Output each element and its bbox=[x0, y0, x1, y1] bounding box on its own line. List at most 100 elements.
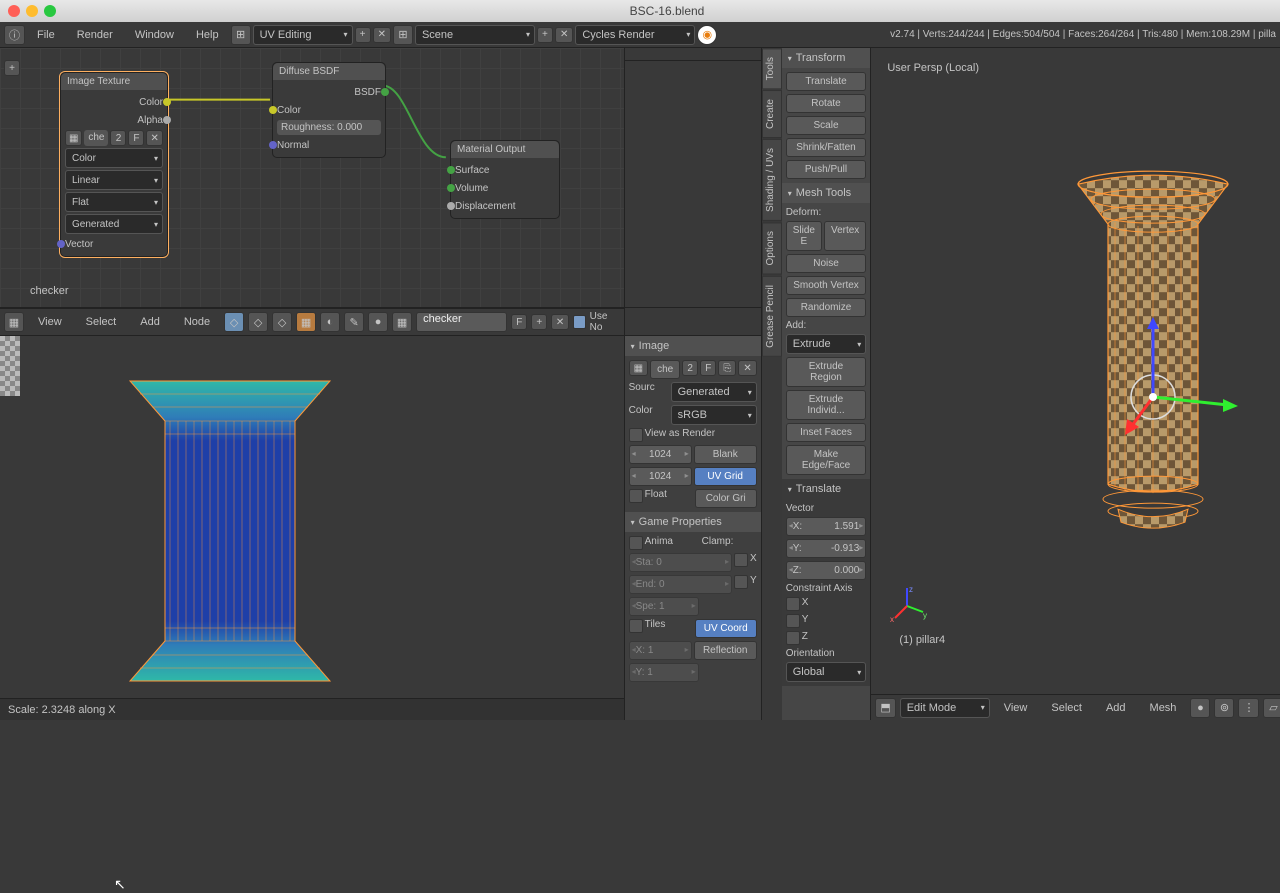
image-fake-user[interactable]: F bbox=[511, 314, 527, 330]
vector-x-field[interactable]: X:1.591 bbox=[786, 517, 867, 536]
brush-icon[interactable]: ◐ bbox=[320, 312, 340, 332]
screen-layout-dropdown[interactable]: UV Editing bbox=[253, 25, 353, 45]
layout-add-button[interactable]: + bbox=[355, 27, 371, 43]
layout-browse-icon[interactable]: ⊞ bbox=[231, 25, 251, 45]
tiles-checkbox[interactable] bbox=[629, 619, 643, 633]
pivot-icon[interactable]: ⊚ bbox=[1214, 698, 1234, 718]
operator-panel-header[interactable]: Translate bbox=[782, 479, 871, 499]
scale-button[interactable]: Scale bbox=[786, 116, 867, 135]
zoom-window-button[interactable] bbox=[44, 5, 56, 17]
shading-mode-icon[interactable]: ● bbox=[1190, 698, 1210, 718]
socket-normal-in[interactable]: Normal bbox=[277, 137, 381, 153]
texture-slot-icon[interactable]: ▦ bbox=[296, 312, 316, 332]
menu-render[interactable]: Render bbox=[67, 22, 123, 48]
node-image-texture[interactable]: Image Texture Color Alpha ▦ che 2 F ✕ Co… bbox=[60, 72, 168, 257]
render-engine-dropdown[interactable]: Cycles Render bbox=[575, 25, 695, 45]
tab-options[interactable]: Options bbox=[762, 222, 782, 274]
tile-x-field[interactable]: X: 1 bbox=[629, 641, 692, 660]
scene-add-button[interactable]: + bbox=[537, 27, 553, 43]
view-as-render-checkbox[interactable] bbox=[629, 428, 643, 442]
extrude-region-button[interactable]: Extrude Region bbox=[786, 357, 867, 387]
uv-select-mode-3[interactable]: ◇ bbox=[272, 312, 292, 332]
img-browse-icon[interactable]: ▦ bbox=[629, 360, 648, 376]
editor-type-icon[interactable]: ⓘ bbox=[4, 25, 25, 45]
projection-dropdown[interactable]: Flat bbox=[65, 192, 163, 212]
editor-type-icon[interactable]: ▦ bbox=[4, 312, 24, 332]
vertex-select-icon[interactable]: ⋮ bbox=[1238, 698, 1259, 718]
image-panel-header[interactable]: Image bbox=[625, 336, 761, 356]
height-field[interactable]: 1024 bbox=[629, 467, 692, 486]
image-unlink-icon[interactable]: ✕ bbox=[146, 130, 163, 146]
image-unlink-button[interactable]: ✕ bbox=[551, 314, 569, 330]
layout-remove-button[interactable]: ✕ bbox=[373, 27, 391, 43]
minimize-window-button[interactable] bbox=[26, 5, 38, 17]
3d-viewport[interactable]: User Persp (Local) bbox=[871, 48, 1280, 694]
scene-remove-button[interactable]: ✕ bbox=[555, 27, 573, 43]
width-field[interactable]: 1024 bbox=[629, 445, 692, 464]
use-nodes-checkbox[interactable] bbox=[573, 315, 586, 329]
tab-grease-pencil[interactable]: Grease Pencil bbox=[762, 276, 782, 357]
blank-button[interactable]: Blank bbox=[694, 445, 757, 464]
world-icon-button[interactable]: ● bbox=[368, 312, 388, 332]
add-tab-button[interactable]: + bbox=[4, 60, 20, 76]
vector-z-field[interactable]: Z:0.000 bbox=[786, 561, 867, 580]
make-edge-face-button[interactable]: Make Edge/Face bbox=[786, 445, 867, 475]
vp-menu-mesh[interactable]: Mesh bbox=[1140, 695, 1187, 721]
uv-menu-select[interactable]: Select bbox=[76, 309, 127, 335]
image-f[interactable]: F bbox=[700, 360, 716, 376]
socket-alpha-out[interactable]: Alpha bbox=[65, 112, 163, 128]
vp-menu-select[interactable]: Select bbox=[1041, 695, 1092, 721]
mesh-tools-header[interactable]: Mesh Tools bbox=[782, 183, 871, 203]
socket-bsdf-out[interactable]: BSDF bbox=[277, 84, 381, 100]
socket-color-in[interactable]: Color bbox=[277, 102, 381, 118]
image-name-field[interactable]: checker bbox=[416, 312, 507, 332]
slide-edge-button[interactable]: Slide E bbox=[786, 221, 822, 251]
push-pull-button[interactable]: Push/Pull bbox=[786, 160, 867, 179]
uv-select-mode-1[interactable]: ◇ bbox=[224, 312, 244, 332]
scene-browse-icon[interactable]: ⊞ bbox=[393, 25, 413, 45]
scene-dropdown[interactable]: Scene bbox=[415, 25, 535, 45]
clamp-y-checkbox[interactable] bbox=[734, 575, 748, 589]
orientation-dropdown[interactable]: Global bbox=[786, 662, 867, 682]
image-x-button[interactable]: ✕ bbox=[738, 360, 756, 376]
image-users[interactable]: 2 bbox=[682, 360, 698, 376]
edge-select-icon[interactable]: ▱ bbox=[1263, 698, 1280, 718]
spe-field[interactable]: Spe: 1 bbox=[629, 597, 699, 616]
extrude-dropdown[interactable]: Extrude bbox=[786, 334, 867, 354]
extrude-individual-button[interactable]: Extrude Individ... bbox=[786, 390, 867, 420]
source-dropdown[interactable]: Generated bbox=[671, 382, 757, 402]
constraint-z-checkbox[interactable] bbox=[786, 631, 800, 645]
tab-tools[interactable]: Tools bbox=[762, 48, 782, 89]
tile-y-field[interactable]: Y: 1 bbox=[629, 663, 699, 682]
uv-image-viewport[interactable]: ↖ bbox=[0, 336, 624, 698]
anim-checkbox[interactable] bbox=[629, 536, 643, 550]
image-users[interactable]: 2 bbox=[110, 130, 126, 146]
uv-coord-button[interactable]: UV Coord bbox=[695, 619, 757, 638]
socket-vector-in[interactable]: Vector bbox=[65, 236, 163, 252]
mask-icon[interactable]: ✎ bbox=[344, 312, 364, 332]
uv-menu-add[interactable]: Add bbox=[130, 309, 170, 335]
constraint-x-checkbox[interactable] bbox=[786, 597, 800, 611]
tab-create[interactable]: Create bbox=[762, 90, 782, 138]
vp-menu-view[interactable]: View bbox=[994, 695, 1038, 721]
game-properties-header[interactable]: Game Properties bbox=[625, 512, 761, 532]
sta-field[interactable]: Sta: 0 bbox=[629, 553, 732, 572]
colorspace-dropdown[interactable]: sRGB bbox=[671, 405, 757, 425]
menu-file[interactable]: File bbox=[27, 22, 65, 48]
image-add-button[interactable]: + bbox=[531, 314, 547, 330]
color-grid-button[interactable]: Color Gri bbox=[695, 489, 757, 508]
close-window-button[interactable] bbox=[8, 5, 20, 17]
uv-menu-view[interactable]: View bbox=[28, 309, 72, 335]
tab-shading-uvs[interactable]: Shading / UVs bbox=[762, 139, 782, 221]
image-name-field[interactable]: che bbox=[84, 130, 108, 146]
image-name[interactable]: che bbox=[650, 360, 680, 379]
reflection-button[interactable]: Reflection bbox=[694, 641, 757, 660]
socket-surface-in[interactable]: Surface bbox=[455, 162, 555, 178]
colorspace-dropdown[interactable]: Color bbox=[65, 148, 163, 168]
socket-displacement-in[interactable]: Displacement bbox=[455, 198, 555, 214]
randomize-button[interactable]: Randomize bbox=[786, 298, 867, 317]
vp-menu-add[interactable]: Add bbox=[1096, 695, 1136, 721]
transform-panel-header[interactable]: Transform bbox=[782, 48, 871, 68]
interpolation-dropdown[interactable]: Linear bbox=[65, 170, 163, 190]
menu-window[interactable]: Window bbox=[125, 22, 184, 48]
